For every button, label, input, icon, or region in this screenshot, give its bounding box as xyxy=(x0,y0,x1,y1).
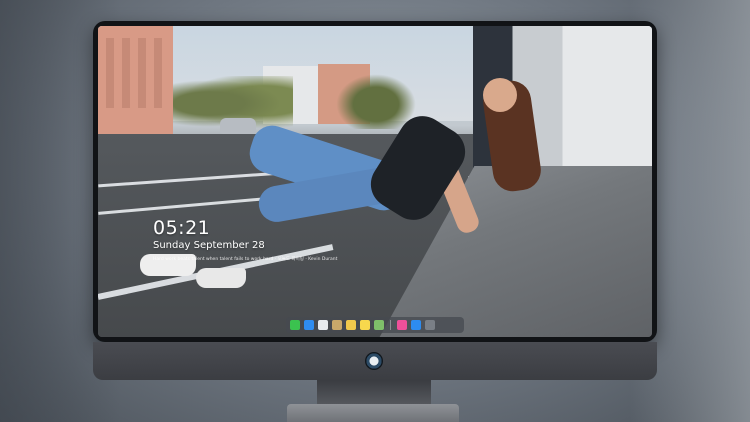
app-store-icon[interactable] xyxy=(411,320,421,330)
wallpaper-windows xyxy=(106,38,164,108)
monitor-base xyxy=(287,404,459,422)
wallpaper-figure-shoe xyxy=(196,268,246,288)
brand-logo-icon xyxy=(365,352,383,370)
photos-icon[interactable] xyxy=(374,320,384,330)
lockscreen-time: 05:21 xyxy=(153,217,211,239)
screen-wallpaper: 05:21 Sunday September 28 Hard work beat… xyxy=(98,26,652,337)
camera-icon[interactable] xyxy=(425,320,435,330)
wallpaper-figure-head xyxy=(483,78,517,112)
wallpaper-building xyxy=(98,26,173,134)
finder-icon[interactable] xyxy=(304,320,314,330)
music-icon[interactable] xyxy=(397,320,407,330)
monitor-bezel: 05:21 Sunday September 28 Hard work beat… xyxy=(93,21,657,342)
dock-separator xyxy=(390,320,391,330)
monitor-stand xyxy=(317,380,431,404)
wallpaper-car xyxy=(220,118,256,134)
messages-icon[interactable] xyxy=(290,320,300,330)
preview-icon[interactable] xyxy=(332,320,342,330)
wallpaper-trees xyxy=(336,74,416,129)
lockscreen-date: Sunday September 28 xyxy=(153,240,265,251)
safari-icon[interactable] xyxy=(318,320,328,330)
dock xyxy=(286,317,464,333)
lockscreen-quote: Hard work beats talent when talent fails… xyxy=(153,257,338,262)
clapper-icon[interactable] xyxy=(346,320,356,330)
notes-icon[interactable] xyxy=(360,320,370,330)
